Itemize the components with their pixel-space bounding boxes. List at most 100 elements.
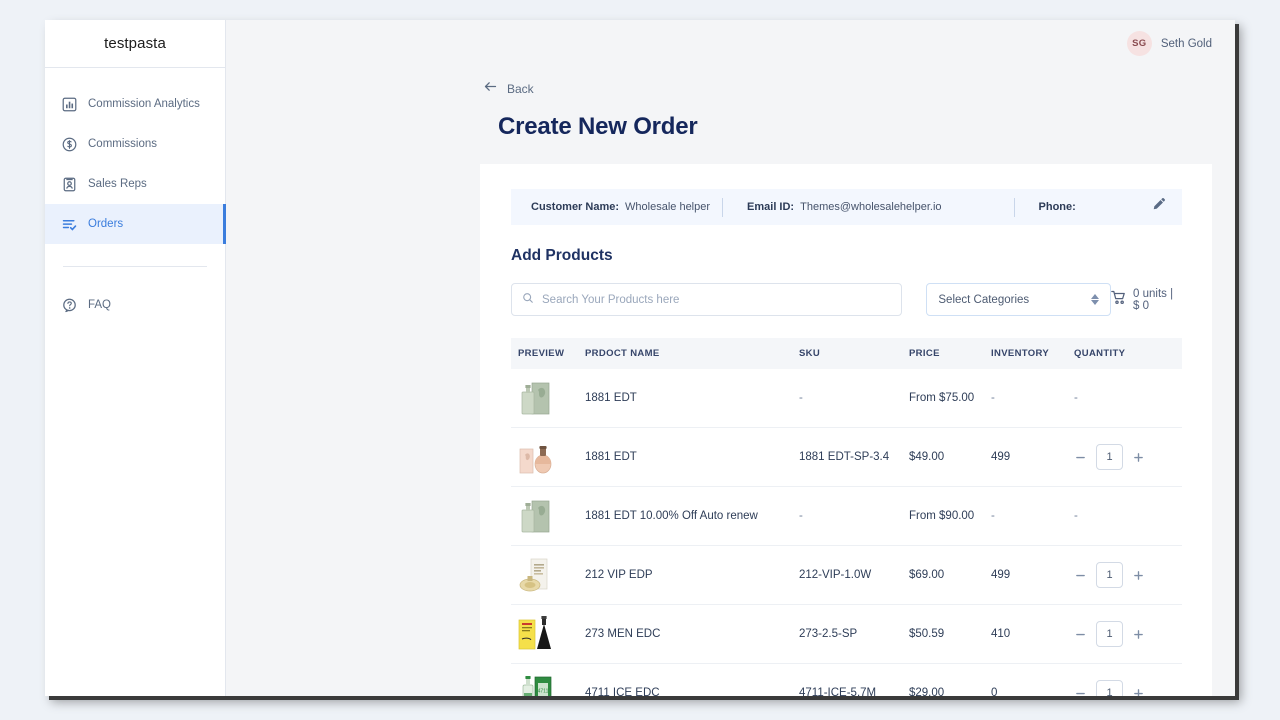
sidebar-item-commissions[interactable]: Commissions: [45, 124, 225, 164]
search-input[interactable]: [542, 294, 891, 306]
sidebar-item-commission-analytics[interactable]: Commission Analytics: [45, 84, 225, 124]
quantity-decrement-button[interactable]: [1074, 451, 1087, 464]
page-title: Create New Order: [226, 99, 1235, 141]
cell-inventory: -: [991, 510, 1074, 522]
customer-info-bar: Customer Name: Wholesale helper Email ID…: [511, 189, 1182, 225]
column-header-sku: SKU: [799, 348, 909, 359]
edit-customer-button[interactable]: [1151, 197, 1170, 217]
sidebar-divider: [63, 266, 207, 267]
quantity-input[interactable]: [1096, 621, 1123, 647]
product-thumbnail: [518, 614, 554, 654]
cell-sku: 1881 EDT-SP-3.4: [799, 451, 909, 463]
cell-preview: [511, 437, 585, 477]
category-select[interactable]: Select Categories: [926, 283, 1111, 316]
sidebar-item-sales-reps[interactable]: Sales Reps: [45, 164, 225, 204]
user-name: Seth Gold: [1161, 38, 1212, 50]
product-thumbnail: [518, 496, 554, 536]
cell-product-name: 1881 EDT: [585, 392, 799, 404]
product-thumbnail: 4711: [518, 673, 554, 696]
cell-preview: 4711: [511, 673, 585, 696]
sidebar-item-label: Commission Analytics: [88, 98, 200, 110]
svg-text:4711: 4711: [538, 689, 549, 695]
product-thumbnail: [518, 437, 554, 477]
topbar: SG Seth Gold: [226, 20, 1235, 67]
back-label: Back: [507, 82, 534, 96]
content-card: Customer Name: Wholesale helper Email ID…: [480, 164, 1212, 696]
cell-preview: [511, 496, 585, 536]
sidebar-item-faq[interactable]: FAQ: [45, 285, 225, 325]
dollar-circle-icon: [62, 137, 77, 152]
arrow-left-icon: [483, 79, 498, 99]
customer-email-field: Email ID: Themes@wholesalehelper.io: [723, 201, 954, 213]
cell-sku: -: [799, 392, 909, 404]
product-thumbnail: [518, 555, 554, 595]
quantity-increment-button[interactable]: [1132, 687, 1145, 697]
column-header-quantity: QUANTITY: [1074, 348, 1212, 359]
cart-summary-text: 0 units | $ 0: [1133, 288, 1182, 312]
cell-price: $49.00: [909, 451, 991, 463]
cell-quantity: -: [1074, 392, 1212, 404]
customer-name-value: Wholesale helper: [625, 201, 710, 213]
search-icon: [522, 291, 534, 309]
quantity-decrement-button[interactable]: [1074, 687, 1087, 697]
quantity-increment-button[interactable]: [1132, 451, 1145, 464]
avatar: SG: [1127, 31, 1152, 56]
cart-summary[interactable]: 0 units | $ 0: [1111, 288, 1182, 312]
cell-product-name: 4711 ICE EDC: [585, 687, 799, 696]
user-chip[interactable]: SG Seth Gold: [1127, 31, 1212, 56]
quantity-decrement-button[interactable]: [1074, 628, 1087, 641]
customer-phone-label: Phone:: [1039, 201, 1076, 213]
cell-quantity: [1074, 562, 1212, 588]
column-header-inventory: INVENTORY: [991, 348, 1074, 359]
sidebar-item-orders[interactable]: Orders: [45, 204, 225, 244]
cell-quantity: [1074, 621, 1212, 647]
quantity-increment-button[interactable]: [1132, 628, 1145, 641]
cell-inventory: 499: [991, 451, 1074, 463]
cell-price: $50.59: [909, 628, 991, 640]
quantity-stepper: [1074, 444, 1212, 470]
quantity-stepper: [1074, 562, 1212, 588]
cell-price: $29.00: [909, 687, 991, 696]
table-header-row: PREVIEW PRDOCT NAME SKU PRICE INVENTORY …: [511, 338, 1182, 369]
table-body: 1881 EDT - From $75.00 - - Show Variants…: [511, 369, 1182, 696]
table-row: 1881 EDT 10.00% Off Auto renew - From $9…: [511, 487, 1182, 546]
sidebar-item-label: Orders: [88, 218, 123, 230]
quantity-decrement-button[interactable]: [1074, 569, 1087, 582]
quantity-input[interactable]: [1096, 680, 1123, 696]
quantity-input[interactable]: [1096, 444, 1123, 470]
back-button[interactable]: Back: [226, 67, 1235, 99]
product-thumbnail: [518, 378, 554, 418]
sidebar-nav: Commission Analytics Commissions: [45, 68, 225, 325]
app-window: testpasta Commission Analytics: [45, 20, 1235, 696]
table-row: 4711 4711 ICE EDC 4711-ICE-5.7M $29.00 0: [511, 664, 1182, 696]
cell-preview: [511, 555, 585, 595]
customer-email-value: Themes@wholesalehelper.io: [800, 201, 941, 213]
cell-inventory: 410: [991, 628, 1074, 640]
search-box[interactable]: [511, 283, 902, 316]
cell-price: From $90.00: [909, 510, 991, 522]
quantity-input[interactable]: [1096, 562, 1123, 588]
cell-quantity: [1074, 680, 1212, 696]
cell-sku: 4711-ICE-5.7M: [799, 687, 909, 696]
add-products-title: Add Products: [511, 247, 1212, 265]
customer-phone-field: Phone:: [1015, 201, 1094, 213]
product-table: PREVIEW PRDOCT NAME SKU PRICE INVENTORY …: [511, 338, 1182, 696]
id-badge-icon: [62, 177, 77, 192]
main-content: SG Seth Gold Back Create New Order Custo…: [226, 20, 1235, 696]
customer-email-label: Email ID:: [747, 201, 794, 213]
quantity-increment-button[interactable]: [1132, 569, 1145, 582]
sidebar-item-label: Sales Reps: [88, 178, 147, 190]
table-row: 212 VIP EDP 212-VIP-1.0W $69.00 499 Add …: [511, 546, 1182, 605]
cell-sku: 273-2.5-SP: [799, 628, 909, 640]
pencil-icon: [1151, 197, 1166, 217]
cell-quantity: [1074, 444, 1212, 470]
table-row: 273 MEN EDC 273-2.5-SP $50.59 410 Add to…: [511, 605, 1182, 664]
quantity-stepper: [1074, 680, 1212, 696]
column-header-product-name: PRDOCT NAME: [585, 348, 799, 359]
table-row: 1881 EDT - From $75.00 - - Show Variants: [511, 369, 1182, 428]
customer-name-label: Customer Name:: [531, 201, 619, 213]
cell-price: From $75.00: [909, 392, 991, 404]
cell-product-name: 1881 EDT 10.00% Off Auto renew: [585, 510, 799, 522]
cell-preview: [511, 614, 585, 654]
cell-inventory: -: [991, 392, 1074, 404]
